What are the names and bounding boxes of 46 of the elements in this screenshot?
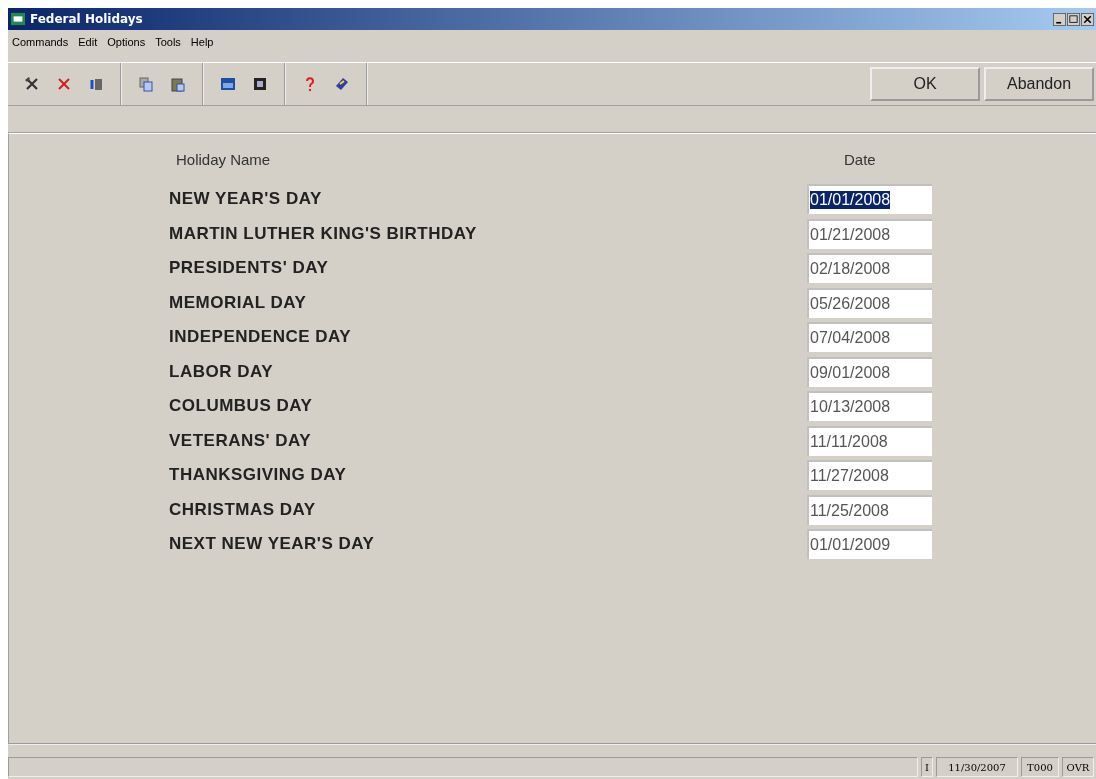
holiday-name: THANKSGIVING DAY — [169, 465, 348, 486]
date-field[interactable]: 11/11/2008 — [807, 425, 932, 456]
date-field[interactable]: 02/18/2008 — [807, 253, 932, 284]
holiday-name: INDEPENDENCE DAY — [169, 327, 353, 348]
date-field[interactable]: 01/01/2008 — [807, 184, 932, 215]
holiday-name: COLUMBUS DAY — [169, 396, 314, 417]
abandon-button[interactable]: Abandon — [984, 67, 1094, 101]
holiday-name: PRESIDENTS' DAY — [169, 258, 330, 279]
date-field[interactable]: 10/13/2008 — [807, 391, 932, 422]
calendar-icon[interactable] — [252, 76, 268, 92]
status-text: I — [921, 757, 933, 777]
column-header: Date — [843, 150, 876, 168]
date-field[interactable]: 11/27/2008 — [807, 460, 932, 491]
date-field[interactable]: 01/21/2008 — [807, 218, 932, 249]
menu-item[interactable]: Tools — [155, 36, 181, 48]
minimize-icon[interactable] — [1053, 12, 1066, 26]
holiday-name: MARTIN LUTHER KING'S BIRTHDAY — [169, 223, 478, 244]
copy-icon[interactable] — [138, 76, 154, 92]
column-header: Holiday Name — [175, 150, 272, 168]
holiday-name: LABOR DAY — [169, 361, 274, 382]
date-field[interactable]: 07/04/2008 — [807, 322, 932, 353]
date-field[interactable]: 11/25/2008 — [807, 494, 932, 525]
delete-icon[interactable] — [56, 76, 72, 92]
holiday-name: NEXT NEW YEAR'S DAY — [169, 534, 376, 555]
menu-item[interactable]: Help — [190, 36, 214, 48]
holiday-name: MEMORIAL DAY — [169, 292, 308, 313]
date-field[interactable]: 01/01/2009 — [807, 529, 932, 560]
status-text: 11/30/2007 — [936, 757, 1018, 777]
paste-icon[interactable] — [170, 76, 186, 92]
document-arrow-icon[interactable] — [88, 76, 104, 92]
app-icon — [11, 12, 25, 26]
date-field[interactable]: 09/01/2008 — [807, 356, 932, 387]
menu-item[interactable]: Edit — [78, 36, 98, 48]
holiday-name: NEW YEAR'S DAY — [169, 189, 323, 210]
holiday-name: VETERANS' DAY — [169, 430, 313, 451]
menu-item[interactable]: Commands — [12, 36, 69, 48]
maximize-icon[interactable] — [1067, 12, 1080, 26]
date-field[interactable]: 05/26/2008 — [807, 287, 932, 318]
status-text: OVR — [1062, 757, 1094, 777]
status-text: T000 — [1021, 757, 1059, 777]
close-icon[interactable] — [1081, 12, 1094, 26]
menu-item[interactable]: Options — [107, 36, 146, 48]
window-title: Federal Holidays — [30, 12, 144, 26]
ok-button[interactable]: OK — [870, 67, 980, 101]
holiday-name: CHRISTMAS DAY — [169, 499, 317, 520]
calendar-icon[interactable] — [220, 76, 236, 92]
